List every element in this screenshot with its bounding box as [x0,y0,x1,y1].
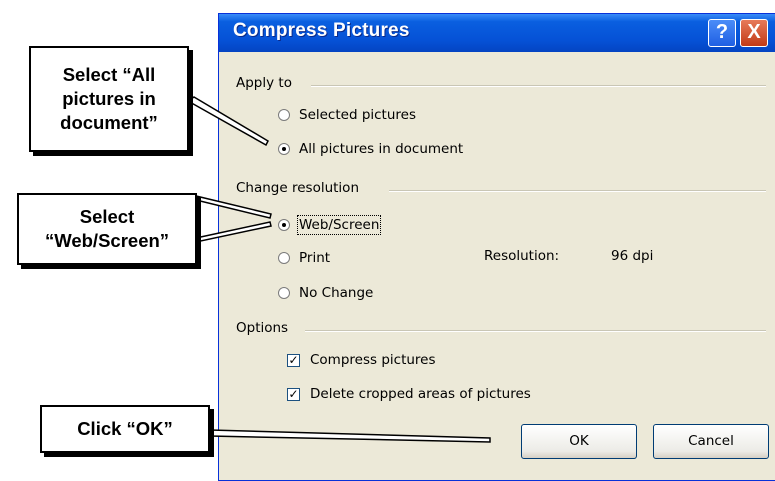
arrow-apply-to [186,96,269,147]
callout-click-ok: Click “OK” [40,405,210,453]
callout-select-all-pictures: Select “All pictures in document” [29,46,189,152]
arrow-web-screen-lower [195,221,272,243]
callout-text-resolution: Select “Web/Screen” [44,206,170,251]
arrow-ok [209,429,491,443]
callout-text-ok: Click “OK” [77,418,173,439]
callout-text-apply-to: Select “All pictures in document” [60,64,158,133]
arrow-web-screen-upper [195,195,272,219]
callout-select-web-screen: Select “Web/Screen” [17,193,197,265]
